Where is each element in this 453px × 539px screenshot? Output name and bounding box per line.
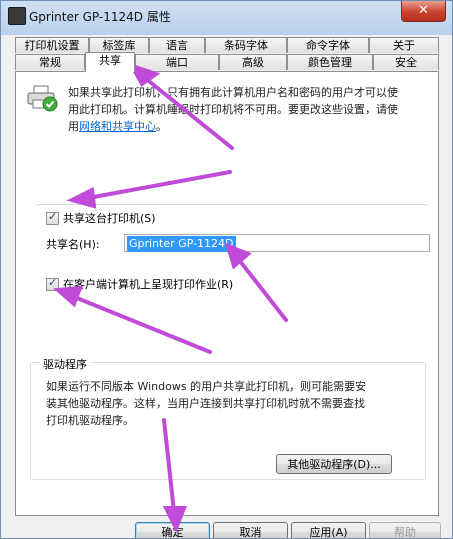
tab-about[interactable]: 关于	[369, 37, 439, 53]
drivers-title: 驱动程序	[40, 356, 90, 372]
render-jobs-row[interactable]: 在客户端计算机上呈现打印作业(R)	[46, 276, 233, 292]
tab-security[interactable]: 安全	[373, 54, 439, 70]
drivers-desc-line-3: 打印机驱动程序。	[46, 414, 134, 427]
cancel-button[interactable]: 取消	[213, 522, 288, 538]
drivers-desc-line-2: 装其他驱动程序。这样，当用户连接到共享打印机时就不需要查找	[46, 397, 365, 410]
drivers-desc-line-1: 如果运行不同版本 Windows 的用户共享此打印机，则可能需要安	[46, 380, 367, 393]
share-printer-label: 共享这台打印机(S)	[63, 212, 156, 225]
tab-command-font[interactable]: 命令字体	[287, 37, 369, 53]
render-jobs-checkbox[interactable]	[46, 276, 59, 291]
tab-language[interactable]: 语言	[149, 37, 205, 53]
network-sharing-center-link[interactable]: 网络和共享中心	[79, 120, 156, 133]
close-button[interactable]: ✕	[401, 1, 446, 22]
tab-general[interactable]: 常规	[15, 54, 85, 70]
sharing-intro: 如果共享此打印机，只有拥有此计算机用户名和密码的用户才可以使 用此打印机。计算机…	[68, 84, 430, 135]
tab-advanced[interactable]: 高级	[219, 54, 287, 70]
intro-suffix: 。	[156, 120, 167, 133]
intro-line-3: 用网络和共享中心。	[68, 118, 430, 135]
tab-printer-settings[interactable]: 打印机设置	[15, 37, 89, 53]
sharing-page: 如果共享此打印机，只有拥有此计算机用户名和密码的用户才可以使 用此打印机。计算机…	[15, 71, 439, 516]
other-drivers-button[interactable]: 其他驱动程序(D)...	[276, 454, 392, 474]
share-name-input[interactable]: Gprinter GP-1124D	[124, 234, 430, 252]
tab-barcode-font[interactable]: 条码字体	[205, 37, 287, 53]
share-name-label: 共享名(H):	[46, 238, 100, 251]
ok-button[interactable]: 确定	[135, 522, 210, 538]
share-printer-row[interactable]: 共享这台打印机(S)	[46, 210, 156, 226]
share-printer-checkbox[interactable]	[46, 210, 59, 225]
intro-line-2: 用此打印机。计算机睡眠时打印机将不可用。要更改这些设置，请使	[68, 103, 398, 116]
tab-ports[interactable]: 端口	[135, 54, 219, 70]
title-bar: Gprinter GP-1124D 属性 ✕	[1, 1, 452, 29]
tab-label-library[interactable]: 标签库	[89, 37, 149, 53]
intro-line-1: 如果共享此打印机，只有拥有此计算机用户名和密码的用户才可以使	[68, 86, 398, 99]
drivers-description: 如果运行不同版本 Windows 的用户共享此打印机，则可能需要安 装其他驱动程…	[46, 378, 418, 429]
help-button[interactable]: 帮助	[369, 522, 441, 538]
render-jobs-label: 在客户端计算机上呈现打印作业(R)	[63, 278, 234, 291]
tab-color-management[interactable]: 颜色管理	[287, 54, 373, 70]
printer-icon	[27, 85, 58, 112]
properties-dialog: Gprinter GP-1124D 属性 ✕ 打印机设置 标签库 语言 条码字体…	[0, 0, 453, 539]
printer-title-icon	[8, 7, 26, 25]
share-name-value: Gprinter GP-1124D	[127, 236, 236, 252]
window-title: Gprinter GP-1124D 属性	[29, 10, 171, 24]
tab-row-top: 打印机设置 标签库 语言 条码字体 命令字体 关于	[15, 37, 439, 54]
intro-prefix: 用	[68, 120, 79, 133]
tab-row-bottom: 常规 共享 端口 高级 颜色管理 安全	[15, 52, 439, 72]
tab-sharing[interactable]: 共享	[85, 52, 135, 72]
divider	[36, 204, 428, 205]
apply-button[interactable]: 应用(A)	[291, 522, 366, 538]
